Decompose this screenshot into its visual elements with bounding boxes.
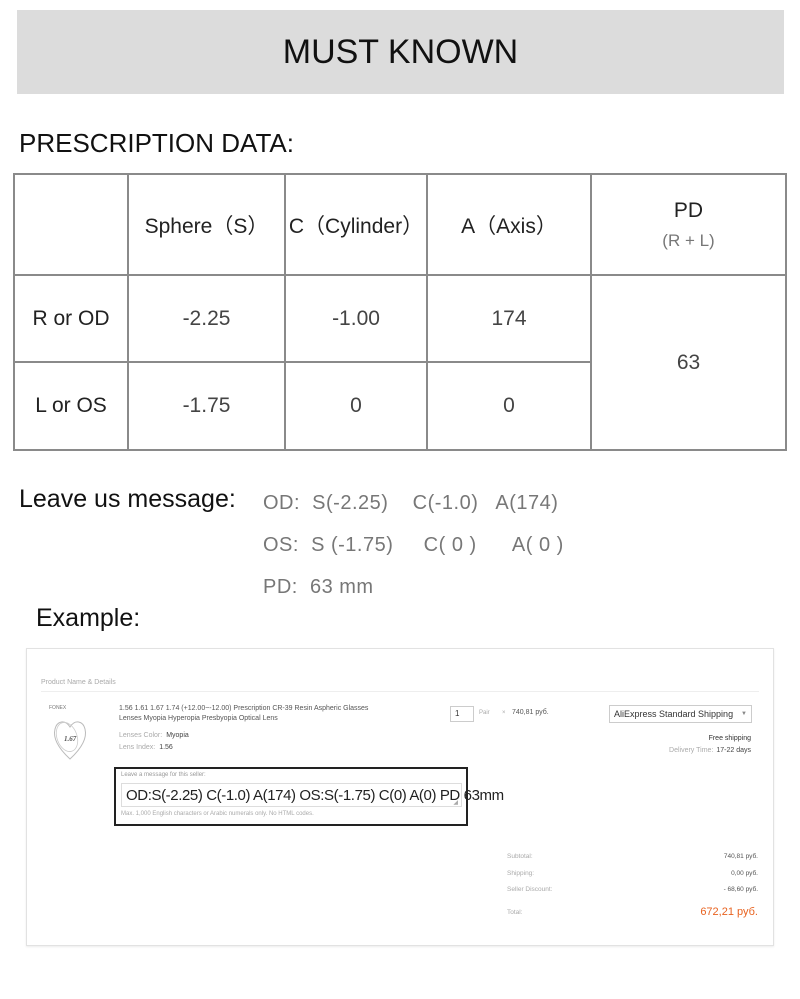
attr-lens-index: Lens Index: 1.56 xyxy=(119,744,173,751)
summary-key: Total: xyxy=(507,908,523,916)
axis-value: 174 xyxy=(426,274,592,363)
header-sphere: Sphere（S） xyxy=(127,173,286,276)
pd-value: 63 xyxy=(590,274,787,451)
leave-message-label: Leave us message: xyxy=(19,485,236,513)
must-known-banner: MUST KNOWN xyxy=(17,10,784,94)
delivery-time-value: 17-22 days xyxy=(716,747,751,754)
cylinder-value: -1.00 xyxy=(284,274,428,363)
attr-value: 1.56 xyxy=(159,744,173,751)
header-axis: A（Axis） xyxy=(426,173,592,276)
attr-value: Myopia xyxy=(166,732,189,739)
summary-total: Total: 672,21 руб. xyxy=(507,906,758,918)
summary-key: Subtotal: xyxy=(507,853,533,860)
shipping-method-value: AliExpress Standard Shipping xyxy=(614,709,734,719)
sphere-value: -2.25 xyxy=(127,274,286,363)
summary-key: Shipping: xyxy=(507,870,535,877)
summary-value: 0,00 руб. xyxy=(731,870,758,877)
summary-key: Seller Discount: xyxy=(507,886,553,893)
attr-key: Lens Index: xyxy=(119,744,156,751)
unit-price: 740,81 руб. xyxy=(512,709,549,716)
header-pd: PD (R + L) xyxy=(590,173,787,276)
example-label: Example: xyxy=(36,604,141,632)
row-label: L or OS xyxy=(13,361,129,451)
row-label: R or OD xyxy=(13,274,129,363)
sphere-value: -1.75 xyxy=(127,361,286,451)
thumbnail-brand: FONEX xyxy=(49,705,67,711)
summary-value: - 68,60 руб. xyxy=(723,886,758,893)
header-corner xyxy=(13,173,129,276)
prescription-table: Sphere（S） C（Cylinder） A（Axis） PD (R + L)… xyxy=(13,173,787,451)
attr-lenses-color: Lenses Color: Myopia xyxy=(119,732,189,739)
thumbnail-index: 1.67 xyxy=(64,735,77,743)
header-cylinder: C（Cylinder） xyxy=(284,173,428,276)
prescription-section-title: PRESCRIPTION DATA: xyxy=(19,128,294,158)
product-thumbnail[interactable]: FONEX 1.67 xyxy=(49,701,91,763)
header-pd-label: PD xyxy=(673,198,704,222)
table-header-row: Sphere（S） C（Cylinder） A（Axis） PD (R + L) xyxy=(13,173,787,276)
free-shipping-label: Free shipping xyxy=(708,735,751,742)
seller-message-box: Leave a message for this seller: OD:S(-2… xyxy=(114,767,504,826)
product-title[interactable]: 1.56 1.61 1.67 1.74 (+12.00~-12.00) Pres… xyxy=(119,704,389,724)
resize-handle-icon[interactable]: ◢ xyxy=(453,799,458,824)
summary-value: 740,81 руб. xyxy=(723,853,758,860)
message-line-od: OD: S(-2.25) C(-1.0) A(174) xyxy=(263,492,559,514)
product-details-header: Product Name & Details xyxy=(41,679,116,686)
table-row: R or OD -2.25 -1.00 174 63 xyxy=(13,274,787,451)
divider xyxy=(41,691,759,692)
summary-subtotal: Subtotal: 740,81 руб. xyxy=(507,853,758,860)
times-sign: × xyxy=(502,710,506,716)
summary-seller-discount: Seller Discount: - 68,60 руб. xyxy=(507,886,758,893)
message-line-os: OS: S (-1.75) C( 0 ) A( 0 ) xyxy=(263,534,564,556)
summary-total-value: 672,21 руб. xyxy=(700,906,758,918)
delivery-time: Delivery Time: 17-22 days xyxy=(669,747,751,754)
cylinder-value: 0 xyxy=(284,361,428,451)
banner-title: MUST KNOWN xyxy=(282,32,519,71)
message-line-pd: PD: 63 mm xyxy=(263,576,374,598)
seller-message-textarea[interactable]: OD:S(-2.25) C(-1.0) A(174) OS:S(-1.75) C… xyxy=(121,783,504,807)
shipping-method-select[interactable]: AliExpress Standard Shipping ▼ xyxy=(609,705,752,723)
axis-value: 0 xyxy=(426,361,592,451)
chevron-down-icon: ▼ xyxy=(741,711,747,717)
quantity-input[interactable]: 1 xyxy=(450,706,474,722)
delivery-time-label: Delivery Time: xyxy=(669,747,714,754)
seller-message-label: Leave a message for this seller: xyxy=(121,772,206,778)
example-order-card: Product Name & Details FONEX 1.67 1.56 1… xyxy=(26,648,774,946)
attr-key: Lenses Color: xyxy=(119,732,163,739)
quantity-unit: Pair xyxy=(479,710,490,716)
seller-message-hint: Max. 1,000 English characters or Arabic … xyxy=(121,811,314,817)
summary-shipping: Shipping: 0,00 руб. xyxy=(507,870,758,877)
header-pd-sub: (R + L) xyxy=(662,230,715,250)
